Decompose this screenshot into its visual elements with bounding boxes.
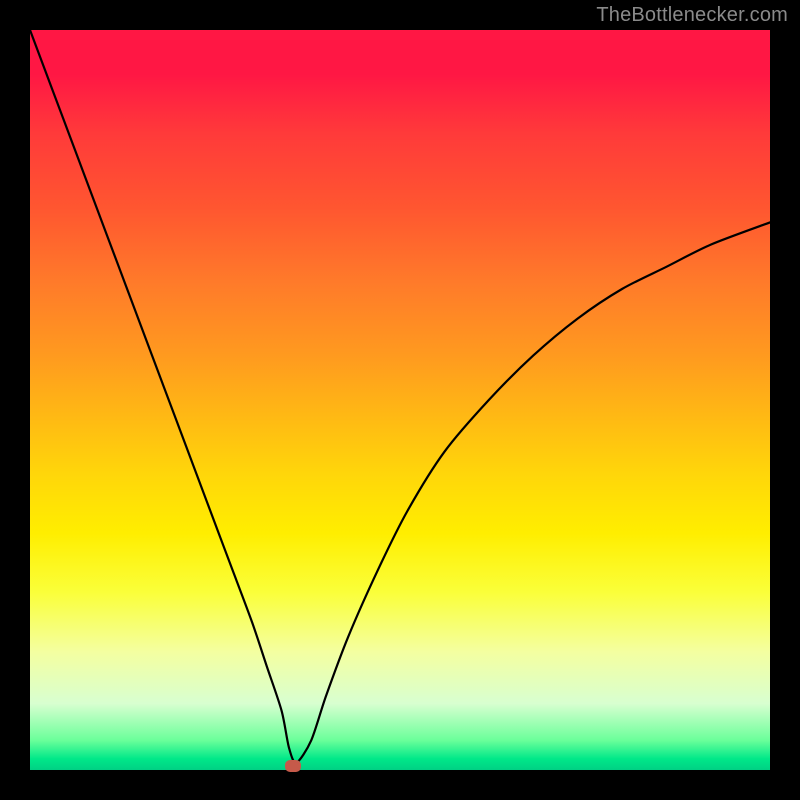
plot-area — [30, 30, 770, 770]
watermark-text: TheBottlenecker.com — [596, 4, 788, 27]
optimal-point-marker — [285, 760, 301, 772]
bottleneck-curve — [30, 30, 770, 770]
chart-frame: TheBottlenecker.com — [0, 0, 800, 800]
